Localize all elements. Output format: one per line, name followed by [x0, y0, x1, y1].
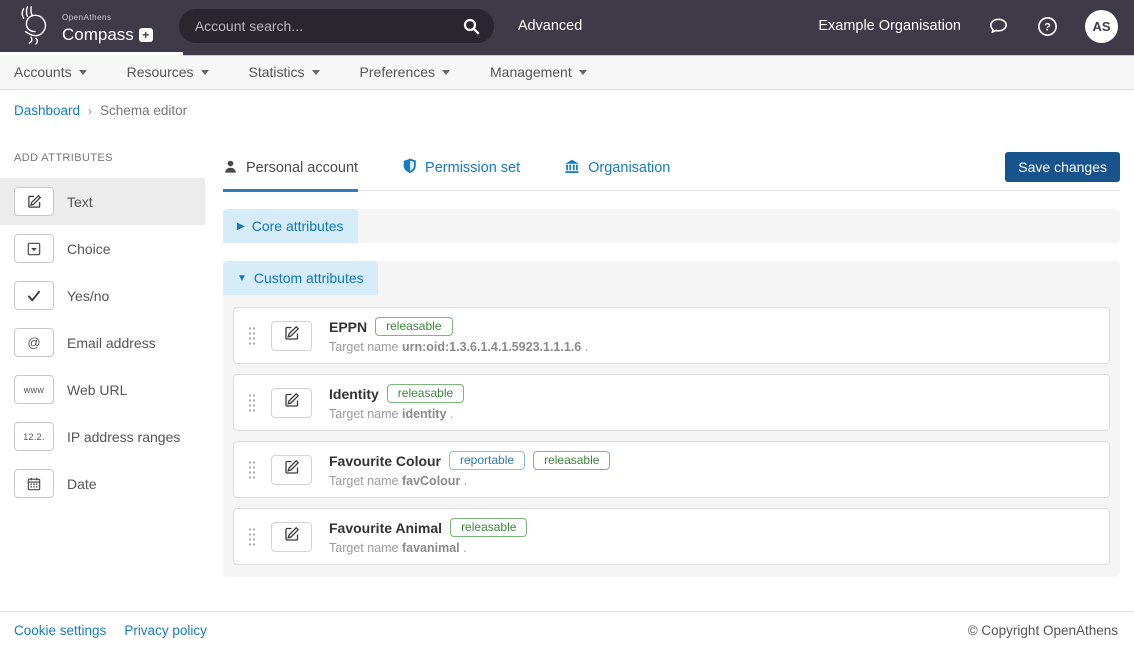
sidebar-item-choice[interactable]: Choice — [0, 225, 205, 272]
schema-editor-main: Personal account Permission set Organisa… — [223, 126, 1120, 611]
attribute-card: Favourite Animal releasable Target name … — [233, 508, 1110, 565]
edit-icon — [284, 459, 300, 480]
badge-releasable: releasable — [533, 451, 610, 470]
custom-attributes-toggle[interactable]: ▼ Custom attributes — [223, 261, 378, 295]
main-menu-bar: Accounts Resources Statistics Preference… — [0, 55, 1134, 90]
menu-item-resources[interactable]: Resources — [127, 64, 209, 80]
menu-item-accounts[interactable]: Accounts — [14, 64, 87, 80]
edit-attribute-button[interactable] — [271, 388, 312, 418]
menu-item-management[interactable]: Management — [490, 64, 587, 80]
save-changes-button[interactable]: Save changes — [1005, 152, 1120, 182]
person-icon — [223, 159, 238, 178]
breadcrumb-current: Schema editor — [100, 103, 187, 118]
page-footer: Cookie settings Privacy policy © Copyrig… — [0, 611, 1134, 645]
tab-personal-account[interactable]: Personal account — [223, 158, 358, 192]
account-search-box — [179, 9, 494, 43]
calendar-icon — [14, 469, 54, 498]
check-icon — [14, 281, 54, 310]
drag-handle-icon[interactable] — [248, 527, 256, 547]
tab-organisation[interactable]: Organisation — [564, 158, 670, 190]
core-attributes-panel: ▶ Core attributes — [223, 209, 1120, 243]
menu-item-statistics[interactable]: Statistics — [249, 64, 320, 80]
schema-tabs: Personal account Permission set Organisa… — [223, 158, 1120, 191]
chevron-down-icon — [312, 70, 320, 75]
attribute-target-name: Target name urn:oid:1.3.6.1.4.1.5923.1.1… — [329, 340, 588, 354]
choice-icon — [14, 234, 54, 263]
attribute-name: Favourite Colour — [329, 453, 441, 469]
at-icon: @ — [14, 328, 54, 357]
edit-icon — [14, 187, 54, 216]
bank-icon — [564, 159, 580, 178]
drag-handle-icon[interactable] — [248, 460, 256, 480]
chevron-down-icon — [442, 70, 450, 75]
custom-attributes-panel: ▼ Custom attributes — [223, 261, 1120, 577]
brand-compass: Compass — [62, 25, 134, 45]
sidebar-heading: ADD ATTRIBUTES — [14, 152, 205, 164]
www-icon: www — [14, 375, 54, 404]
attribute-card: EPPN releasable Target name urn:oid:1.3.… — [233, 307, 1110, 364]
shield-icon — [402, 158, 417, 178]
copyright-text: © Copyright OpenAthens — [968, 623, 1118, 638]
attribute-card: Favourite Colour reportable releasable Ta… — [233, 441, 1110, 498]
attribute-name: EPPN — [329, 319, 367, 335]
sidebar-item-ip-address-ranges[interactable]: 12.2. IP address ranges — [0, 413, 205, 460]
attribute-name: Favourite Animal — [329, 520, 442, 536]
cookie-settings-link[interactable]: Cookie settings — [14, 623, 106, 638]
sidebar-item-web-url[interactable]: www Web URL — [0, 366, 205, 413]
openathens-compass-logo[interactable]: OpenAthens Compass + — [16, 3, 153, 50]
sidebar-item-date[interactable]: Date — [0, 460, 205, 507]
core-attributes-toggle[interactable]: ▶ Core attributes — [223, 209, 358, 243]
ip-icon: 12.2. — [14, 422, 54, 451]
chevron-down-icon — [79, 70, 87, 75]
advanced-search-link[interactable]: Advanced — [518, 18, 583, 34]
sidebar-item-yes-no[interactable]: Yes/no — [0, 272, 205, 319]
drag-handle-icon[interactable] — [248, 393, 256, 413]
account-search-input[interactable] — [195, 18, 463, 34]
attribute-target-name: Target name favanimal . — [329, 541, 527, 555]
navbar-shadow-strip — [183, 52, 1134, 55]
caret-down-icon: ▼ — [237, 273, 247, 284]
drag-handle-icon[interactable] — [248, 326, 256, 346]
edit-icon — [284, 526, 300, 547]
privacy-policy-link[interactable]: Privacy policy — [124, 623, 207, 638]
caret-right-icon: ▶ — [237, 221, 245, 232]
brand-openathens: OpenAthens — [62, 13, 111, 22]
badge-releasable: releasable — [387, 384, 464, 403]
menu-item-preferences[interactable]: Preferences — [360, 64, 450, 80]
attribute-name: Identity — [329, 386, 379, 402]
help-icon[interactable]: ? — [1036, 15, 1059, 38]
breadcrumb-dashboard-link[interactable]: Dashboard — [14, 103, 80, 118]
edit-icon — [284, 325, 300, 346]
breadcrumb: Dashboard › Schema editor — [0, 90, 1134, 126]
messages-icon[interactable] — [987, 15, 1010, 38]
tab-permission-set[interactable]: Permission set — [402, 158, 520, 190]
edit-attribute-button[interactable] — [271, 522, 312, 552]
search-icon[interactable] — [463, 18, 480, 35]
sidebar-item-text[interactable]: Text — [0, 178, 205, 225]
badge-releasable: releasable — [375, 317, 452, 336]
top-navbar: OpenAthens Compass + Advanced Example Or… — [0, 0, 1134, 52]
edit-attribute-button[interactable] — [271, 455, 312, 485]
owl-logo-icon — [16, 3, 54, 50]
svg-text:?: ? — [1044, 21, 1051, 33]
sidebar-item-email-address[interactable]: @ Email address — [0, 319, 205, 366]
chevron-down-icon — [579, 70, 587, 75]
attribute-target-name: Target name identity . — [329, 407, 464, 421]
chevron-down-icon — [201, 70, 209, 75]
organisation-name[interactable]: Example Organisation — [818, 18, 961, 34]
edit-icon — [284, 392, 300, 413]
breadcrumb-separator: › — [88, 104, 92, 118]
attribute-card: Identity releasable Target name identity… — [233, 374, 1110, 431]
badge-reportable: reportable — [449, 451, 525, 470]
plus-box-icon: + — [139, 28, 153, 42]
attribute-target-name: Target name favColour . — [329, 474, 610, 488]
badge-releasable: releasable — [450, 518, 527, 537]
edit-attribute-button[interactable] — [271, 321, 312, 351]
user-avatar[interactable]: AS — [1085, 10, 1118, 43]
add-attributes-sidebar: ADD ATTRIBUTES Text Choice Yes/no @ Emai… — [0, 126, 205, 611]
